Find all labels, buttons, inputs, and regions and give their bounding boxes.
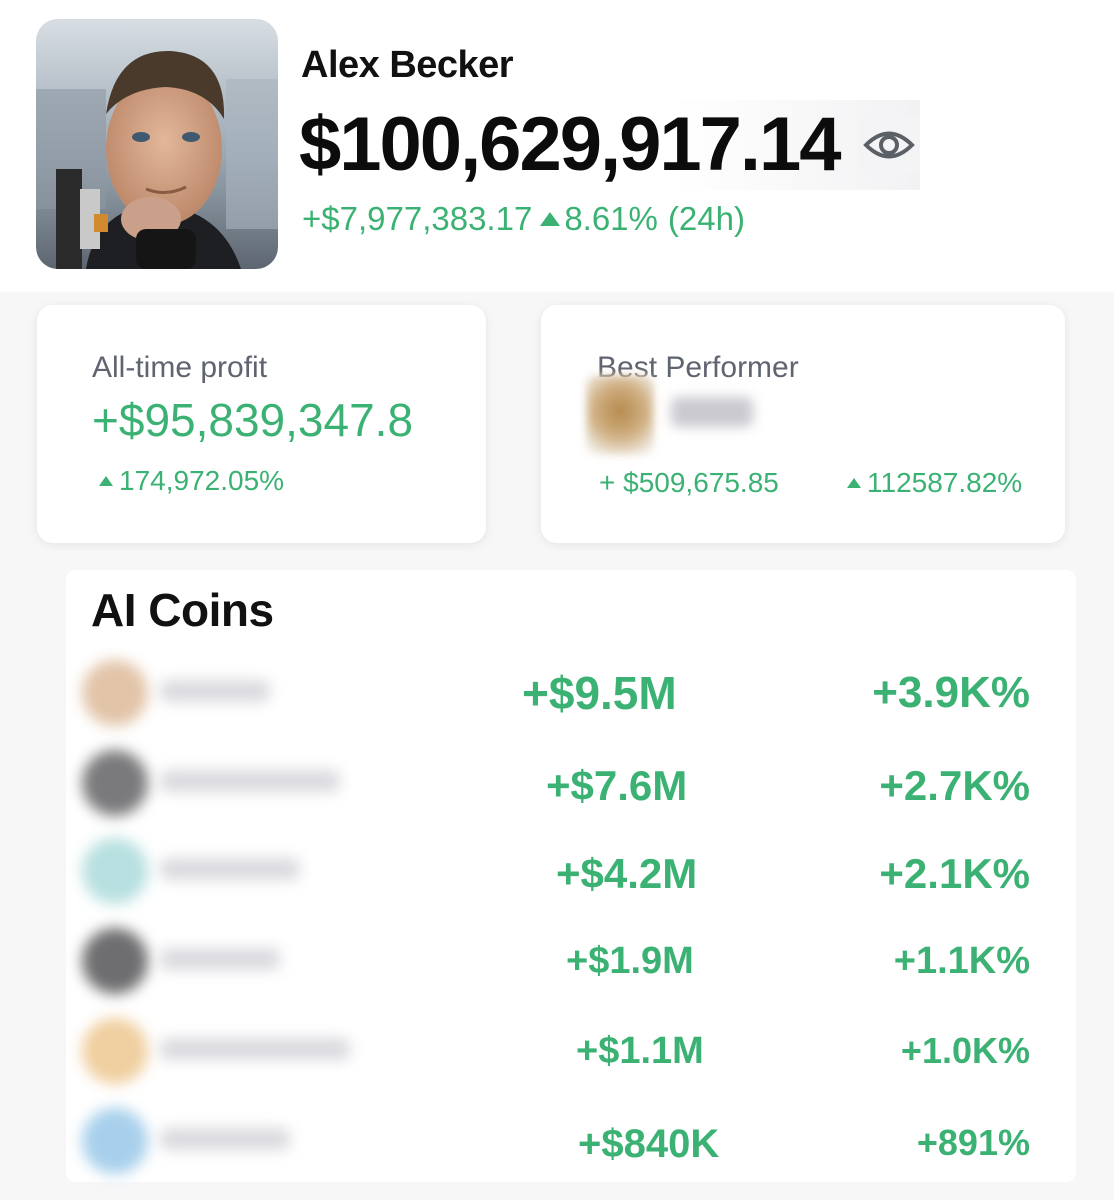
coin-name-redacted [160, 1128, 290, 1150]
coin-profit-percent: +2.7K% [879, 762, 1030, 809]
coin-profit-amount: +$7.6M [546, 762, 688, 809]
eye-icon[interactable] [857, 117, 920, 173]
coin-icon [82, 1108, 148, 1174]
coin-row[interactable]: +$4.2M +2.1K% [66, 830, 1076, 914]
coin-profit-percent: +1.0K% [900, 1030, 1030, 1071]
coin-row[interactable]: +$840K +891% [66, 1100, 1076, 1184]
coin-icon [82, 838, 148, 904]
coin-logo-icon [586, 375, 654, 455]
all-time-profit-card[interactable]: All-time profit +$95,839,347.8 174,972.0… [37, 305, 486, 543]
coin-profit-percent: +3.9K% [872, 668, 1030, 717]
all-time-profit-value: +$95,839,347.8 [92, 394, 414, 446]
ai-coins-title: AI Coins [91, 584, 274, 636]
coin-icon [82, 660, 148, 726]
triangle-up-icon [99, 476, 113, 486]
coin-name-redacted [160, 948, 280, 970]
balance-row: $100,629,917.14 [299, 100, 920, 190]
best-performer-card[interactable]: Best Performer + $509,675.85 112587.82% [541, 305, 1065, 543]
best-performer-percent: 112587.82% [847, 467, 1022, 499]
coin-row[interactable]: +$1.1M +1.0K% [66, 1010, 1076, 1094]
change-percent: 8.61% [564, 200, 658, 237]
triangle-up-icon [847, 478, 861, 488]
daily-change: +$7,977,383.17 8.61% (24h) [302, 200, 745, 238]
coin-row[interactable]: +$1.9M +1.1K% [66, 920, 1076, 1004]
coin-row[interactable]: +$7.6M +2.7K% [66, 742, 1076, 826]
all-time-percent-text: 174,972.05% [119, 465, 285, 496]
all-time-profit-percent: 174,972.05% [99, 465, 284, 497]
coin-icon [82, 750, 148, 816]
best-performer-percent-text: 112587.82% [867, 467, 1023, 498]
avatar [36, 19, 278, 269]
coin-row[interactable]: +$9.5M +3.9K% [66, 652, 1076, 736]
coin-profit-amount: +$1.9M [566, 940, 694, 982]
coin-name-redacted [160, 770, 340, 792]
user-name: Alex Becker [301, 44, 514, 86]
coin-profit-percent: +2.1K% [879, 850, 1030, 897]
change-period: (24h) [667, 200, 745, 237]
coin-icon [82, 928, 148, 994]
coin-name-redacted [160, 680, 270, 702]
coin-profit-amount: +$9.5M [522, 667, 677, 719]
all-time-profit-label: All-time profit [92, 351, 268, 384]
coin-name-redacted [671, 397, 753, 427]
triangle-up-icon [540, 212, 561, 226]
total-balance: $100,629,917.14 [299, 102, 842, 187]
coin-name-redacted [160, 858, 300, 880]
coin-icon [82, 1018, 148, 1084]
change-amount: +$7,977,383.17 [302, 200, 533, 237]
coin-profit-amount: +$4.2M [556, 850, 698, 897]
coin-profit-amount: +$840K [578, 1122, 720, 1166]
coin-name-redacted [160, 1038, 350, 1060]
best-performer-amount: + $509,675.85 [599, 467, 779, 498]
coin-profit-percent: +1.1K% [893, 940, 1030, 982]
coin-profit-amount: +$1.1M [576, 1030, 704, 1072]
coin-profit-percent: +891% [916, 1122, 1030, 1163]
